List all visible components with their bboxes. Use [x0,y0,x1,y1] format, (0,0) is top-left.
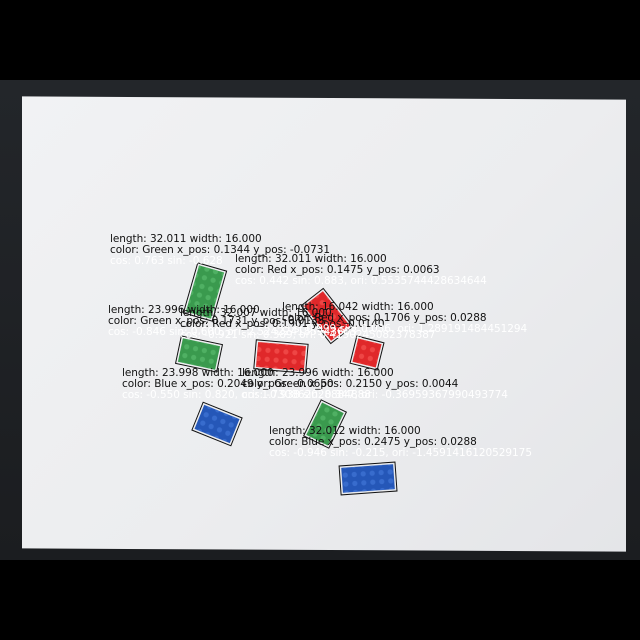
red-brick-center [253,339,309,374]
green-brick-short-left [174,335,224,373]
red-brick-angled [300,287,354,345]
green-brick-long [182,262,228,322]
blue-brick-right [338,461,398,496]
green-brick-short-right [302,399,348,449]
blue-brick-left [191,401,243,447]
brick-layer [174,262,398,496]
red-brick-small [349,335,385,371]
